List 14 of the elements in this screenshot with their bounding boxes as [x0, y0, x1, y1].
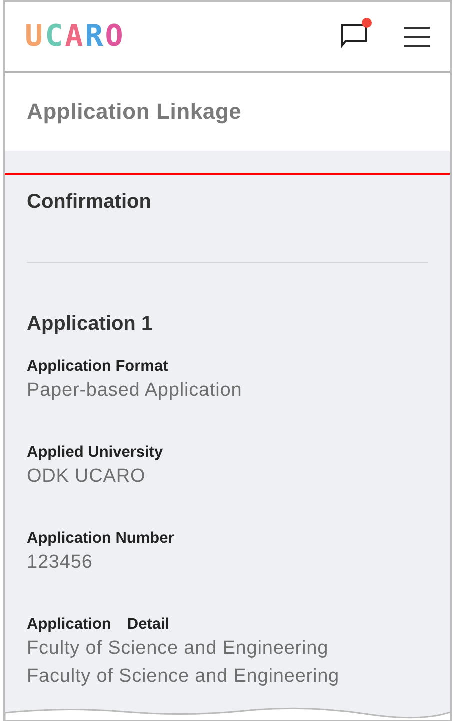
field-label: Applied University — [27, 443, 164, 463]
field-label: Application Number — [27, 529, 176, 549]
field-value: Faculty of Science and Engineering — [27, 665, 341, 689]
application-heading: Application 1 — [27, 313, 154, 336]
field-value: 123456 — [27, 551, 94, 575]
field-label: Application Format — [27, 357, 170, 377]
menu-icon[interactable] — [404, 26, 430, 48]
section-title: Confirmation — [27, 191, 152, 214]
field-value: Paper-based Application — [27, 379, 244, 403]
field-value: ODK UCARO — [27, 465, 147, 489]
page-title: Application Linkage — [27, 99, 242, 125]
ucaro-logo[interactable]: UCARO — [25, 19, 124, 54]
field-label: Application Detail — [27, 615, 171, 635]
field-value: Fculty of Science and Engineering — [27, 637, 330, 661]
